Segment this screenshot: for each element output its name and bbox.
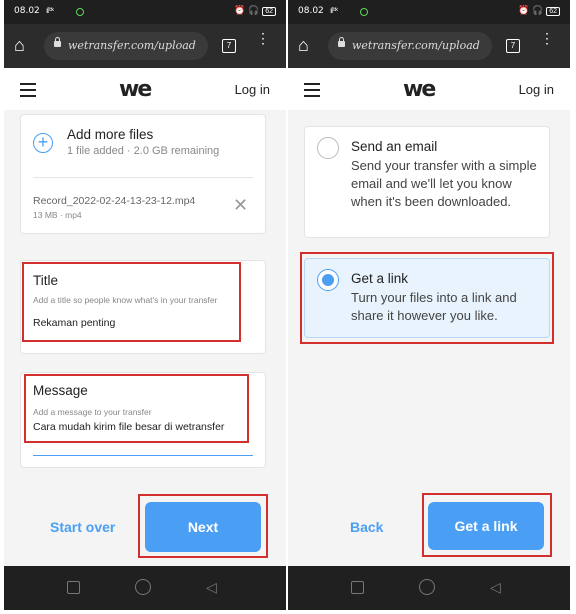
- status-right: ⏰ 🎧 62: [518, 5, 560, 16]
- battery-indicator: 62: [546, 7, 560, 16]
- recents-icon[interactable]: [67, 581, 80, 594]
- hamburger-menu-icon[interactable]: [20, 83, 36, 101]
- send-email-title: Send an email: [351, 139, 438, 154]
- message-underline: [33, 455, 253, 456]
- add-files-icon[interactable]: +: [33, 133, 53, 153]
- send-email-option[interactable]: Send an email Send your transfer with a …: [304, 126, 550, 238]
- lock-icon: [338, 37, 345, 47]
- signal-icon: ıl ᵇᵏ: [46, 6, 54, 15]
- status-time: 08.02: [298, 6, 324, 16]
- upload-panel: + Add more files 1 file added · 2.0 GB r…: [4, 110, 286, 566]
- highlight-next: [138, 494, 268, 558]
- start-over-button[interactable]: Start over: [50, 519, 115, 535]
- hamburger-menu-icon[interactable]: [304, 83, 320, 101]
- browser-toolbar: ⌂ wetransfer.com/upload 7 ⋮: [4, 24, 286, 68]
- status-bar: 08.02 ıl ᵇᵏ ⏰ 🎧 62: [288, 0, 570, 24]
- send-email-desc: Send your transfer with a simple email a…: [351, 158, 537, 209]
- alarm-headset-icon: ⏰ 🎧: [518, 5, 544, 15]
- phone-screen-upload: 08.02 ıl ᵇᵏ ⏰ 🎧 62 ⌂ wetransfer.com/uploa…: [4, 0, 286, 610]
- status-bar: 08.02 ıl ᵇᵏ ⏰ 🎧 62: [4, 0, 286, 24]
- back-nav-icon[interactable]: ◁: [206, 579, 217, 596]
- add-files-subtitle: 1 file added · 2.0 GB remaining: [67, 145, 220, 157]
- overflow-menu-icon[interactable]: ⋮: [256, 31, 270, 45]
- overflow-menu-icon[interactable]: ⋮: [540, 31, 554, 45]
- back-button[interactable]: Back: [350, 519, 383, 535]
- battery-indicator: 62: [262, 7, 276, 16]
- tab-switcher-button[interactable]: 7: [222, 39, 236, 53]
- send-email-radio[interactable]: [317, 137, 339, 159]
- status-dot-icon: [360, 8, 368, 16]
- home-nav-icon[interactable]: [135, 579, 151, 595]
- highlight-message: [24, 374, 249, 443]
- wetransfer-logo: we: [403, 77, 436, 102]
- status-right: ⏰ 🎧 62: [234, 5, 276, 16]
- phone-screen-transfer-type: 08.02 ıl ᵇᵏ ⏰ 🎧 62 ⌂ wetransfer.com/uploa…: [288, 0, 570, 610]
- signal-icon: ıl ᵇᵏ: [330, 6, 338, 15]
- highlight-get-a-link: [422, 493, 552, 557]
- file-name: Record_2022-02-24-13-23-12.mp4: [33, 195, 196, 207]
- url-text: wetransfer.com/upload: [352, 39, 480, 52]
- app-header: we Log in: [4, 68, 286, 111]
- lock-icon: [54, 37, 61, 47]
- file-meta: 13 MB · mp4: [33, 210, 82, 220]
- status-dot-icon: [76, 8, 84, 16]
- app-header: we Log in: [288, 68, 570, 111]
- address-bar[interactable]: wetransfer.com/upload: [328, 32, 492, 60]
- remove-file-icon[interactable]: ✕: [233, 195, 248, 216]
- login-link[interactable]: Log in: [519, 82, 554, 97]
- url-text: wetransfer.com/upload: [68, 39, 196, 52]
- wetransfer-logo: we: [119, 77, 152, 102]
- android-nav-bar: ◁: [288, 566, 570, 610]
- android-nav-bar: ◁: [4, 566, 286, 610]
- address-bar[interactable]: wetransfer.com/upload: [44, 32, 208, 60]
- transfer-type-panel: Send an email Send your transfer with a …: [288, 110, 570, 566]
- login-link[interactable]: Log in: [235, 82, 270, 97]
- recents-icon[interactable]: [351, 581, 364, 594]
- highlight-get-link-option: [300, 252, 554, 344]
- divider: [33, 177, 253, 178]
- status-time: 08.02: [14, 6, 40, 16]
- home-icon[interactable]: ⌂: [14, 36, 25, 54]
- back-nav-icon[interactable]: ◁: [490, 579, 501, 596]
- files-card: + Add more files 1 file added · 2.0 GB r…: [20, 114, 266, 234]
- highlight-title: [22, 262, 241, 342]
- tab-switcher-button[interactable]: 7: [506, 39, 520, 53]
- add-files-title[interactable]: Add more files: [67, 127, 153, 142]
- home-icon[interactable]: ⌂: [298, 36, 309, 54]
- alarm-headset-icon: ⏰ 🎧: [234, 5, 260, 15]
- home-nav-icon[interactable]: [419, 579, 435, 595]
- browser-toolbar: ⌂ wetransfer.com/upload 7 ⋮: [288, 24, 570, 68]
